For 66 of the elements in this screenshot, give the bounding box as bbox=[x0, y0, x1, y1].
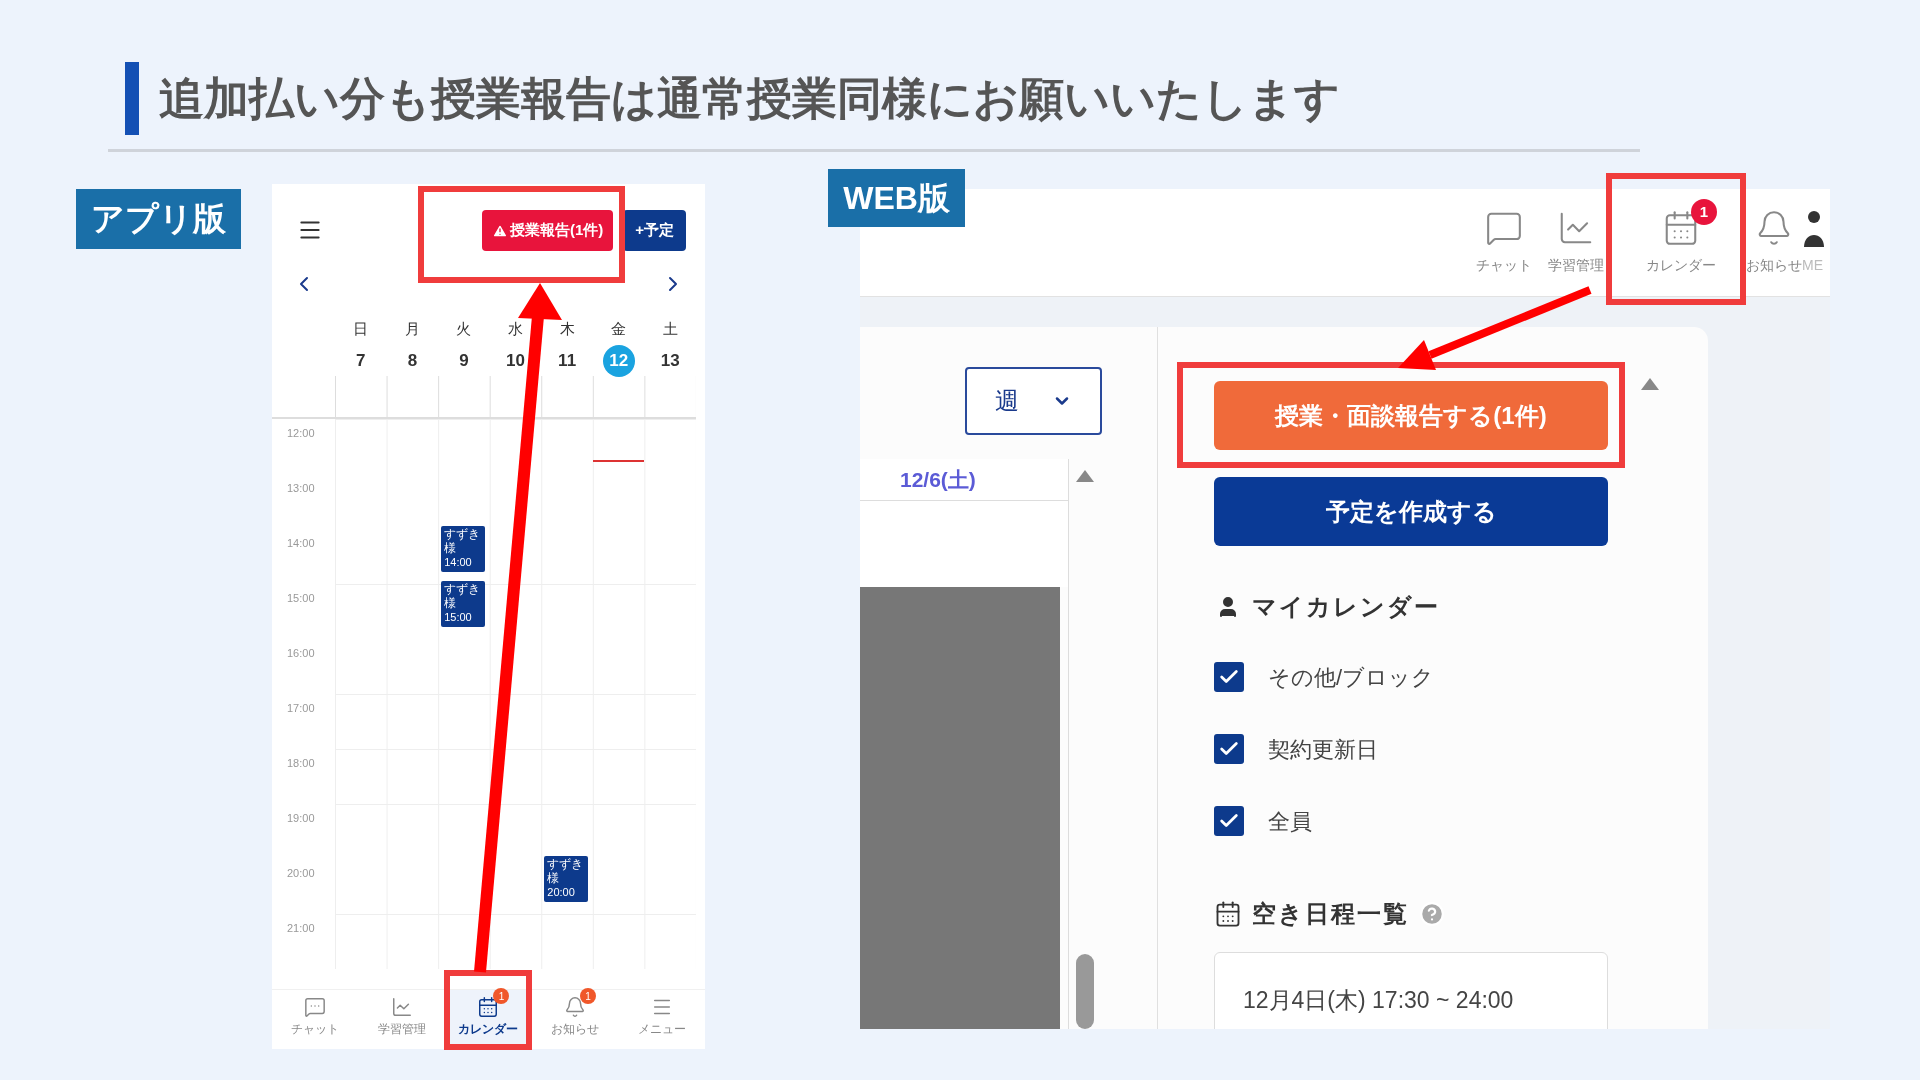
checkbox-label[interactable]: 全員 bbox=[1268, 804, 1312, 838]
nav-tab[interactable]: 学習管理 bbox=[1544, 189, 1608, 296]
checkbox[interactable] bbox=[1214, 662, 1244, 692]
event-block[interactable]: すずき様 15:00 bbox=[441, 581, 486, 627]
checkbox[interactable] bbox=[1214, 806, 1244, 836]
time-label: 15:00 bbox=[287, 592, 315, 604]
time-label: 21:00 bbox=[287, 922, 315, 934]
line-chart-icon bbox=[390, 996, 413, 1018]
event-time: 15:00 bbox=[444, 610, 473, 624]
time-label: 12:00 bbox=[287, 427, 315, 439]
event-time: 14:00 bbox=[444, 555, 473, 569]
chat-icon bbox=[304, 996, 327, 1018]
scroll-up-icon[interactable] bbox=[1074, 469, 1095, 483]
event-block[interactable]: すずき様 14:00 bbox=[441, 526, 486, 572]
date-label[interactable]: 7 bbox=[356, 346, 366, 376]
time-label: 13:00 bbox=[287, 482, 315, 494]
notification-badge: 1 bbox=[493, 988, 510, 1004]
section-heading: マイカレンダー bbox=[1252, 592, 1440, 622]
time-label: 18:00 bbox=[287, 757, 315, 769]
report-button[interactable]: 授業報告(1件) bbox=[481, 210, 614, 251]
notification-badge: 1 bbox=[580, 988, 597, 1004]
bell-icon bbox=[564, 996, 587, 1018]
date-label[interactable]: 8 bbox=[407, 346, 418, 376]
view-select[interactable]: 週 bbox=[965, 367, 1102, 435]
column-date-header: 12/6(土) bbox=[900, 466, 976, 493]
checkbox-label[interactable]: 契約更新日 bbox=[1268, 732, 1378, 766]
weekday-label: 土 bbox=[662, 319, 678, 339]
warning-icon bbox=[491, 222, 508, 239]
time-label: 16:00 bbox=[287, 647, 315, 659]
date-label[interactable]: 13 bbox=[660, 346, 680, 376]
weekday-label: 木 bbox=[559, 319, 575, 339]
nav-tab[interactable]: チャット bbox=[1464, 189, 1544, 296]
event-block[interactable]: すずき様 20:00 bbox=[544, 856, 589, 902]
scroll-up-icon[interactable] bbox=[1640, 377, 1660, 391]
weekday-label: 金 bbox=[611, 319, 627, 339]
create-event-button[interactable]: 予定を作成する bbox=[1214, 477, 1608, 546]
time-label: 19:00 bbox=[287, 812, 315, 824]
event-time: 20:00 bbox=[547, 885, 576, 899]
checkbox-label[interactable]: その他/ブロック bbox=[1268, 660, 1435, 694]
time-label: 17:00 bbox=[287, 702, 315, 714]
notification-badge: 1 bbox=[1691, 199, 1717, 225]
section-heading: 空き日程一覧 bbox=[1252, 899, 1409, 929]
weekday-label: 月 bbox=[404, 319, 420, 339]
section-label: WEB版 bbox=[828, 169, 965, 227]
date-label[interactable]: 9 bbox=[459, 346, 469, 376]
time-label: 14:00 bbox=[287, 537, 315, 549]
event-title: すずき様 bbox=[444, 582, 482, 610]
section-label: アプリ版 bbox=[76, 189, 241, 249]
weekday-label: 日 bbox=[353, 319, 369, 339]
calendar-icon bbox=[477, 996, 500, 1018]
checkbox[interactable] bbox=[1214, 734, 1244, 764]
date-label[interactable]: 10 bbox=[506, 346, 525, 376]
event-title: すずき様 bbox=[444, 527, 482, 555]
scrollbar-thumb[interactable] bbox=[1075, 954, 1094, 1029]
weekday-label: 水 bbox=[508, 319, 523, 339]
add-event-button[interactable]: +予定 bbox=[623, 210, 686, 251]
event-title: すずき様 bbox=[547, 857, 585, 885]
slide-title: 追加払い分も授業報告は通常授業同様にお願いいたします bbox=[159, 71, 1340, 126]
nav-tab[interactable]: お知らせ bbox=[1746, 189, 1802, 296]
nav-tab[interactable]: 1 カレンダー bbox=[1616, 189, 1746, 296]
available-slot-card[interactable]: 12月4日(木) 17:30 ~ 24:00 bbox=[1214, 952, 1608, 1029]
calendar-icon bbox=[1214, 900, 1242, 928]
weekday-label: 火 bbox=[456, 319, 472, 339]
current-time-line bbox=[592, 460, 645, 462]
time-label: 20:00 bbox=[287, 867, 315, 879]
date-label[interactable]: 11 bbox=[558, 346, 577, 376]
